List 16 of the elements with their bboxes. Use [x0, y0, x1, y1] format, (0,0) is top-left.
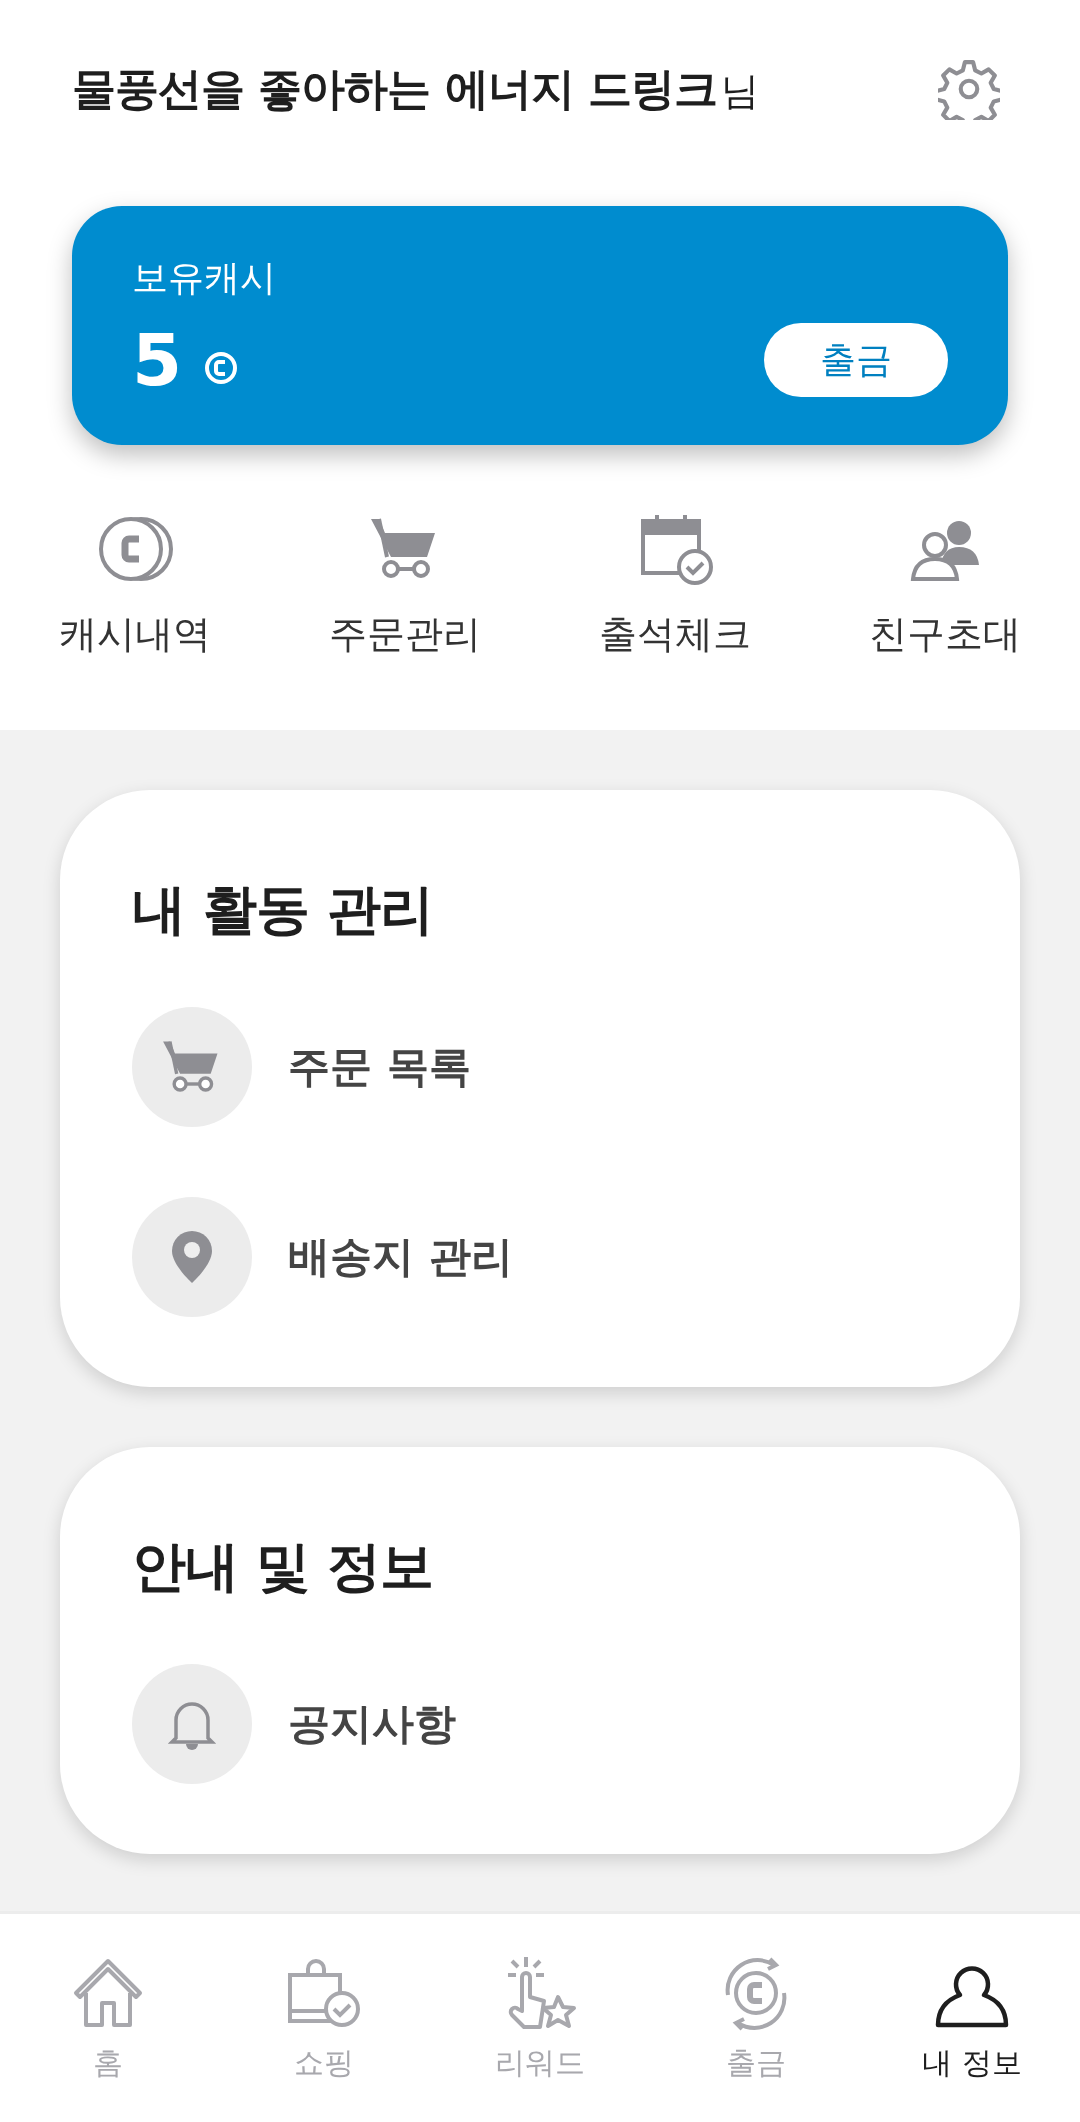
user-greeting: 물풍선을 좋아하는 에너지 드링크 님 — [72, 61, 758, 116]
quick-menu-link[interactable]: 주문관리 — [329, 609, 481, 660]
section-title: 내 활동 관리 — [132, 877, 434, 943]
quick-menu-link[interactable]: 출석체크 — [599, 609, 751, 660]
menu-item[interactable]: 주문 목록 — [288, 1039, 471, 1095]
nav-tab[interactable]: 내 정보 — [864, 1914, 1080, 2122]
menu-item[interactable]: 배송지 관리 — [288, 1229, 513, 1285]
settings-icon[interactable] — [938, 58, 1000, 120]
menu-item[interactable]: 공지사항 — [288, 1696, 456, 1752]
cash-label: 보유캐시 — [132, 256, 277, 300]
coin-icon — [204, 351, 239, 385]
cash-amount: 5 — [132, 324, 183, 396]
section-title: 안내 및 정보 — [132, 1534, 434, 1600]
quick-menu-link[interactable]: 캐시내역 — [59, 609, 211, 660]
withdraw-button[interactable]: 출금 — [764, 323, 948, 397]
quick-menu-link[interactable]: 친구초대 — [869, 609, 1021, 660]
